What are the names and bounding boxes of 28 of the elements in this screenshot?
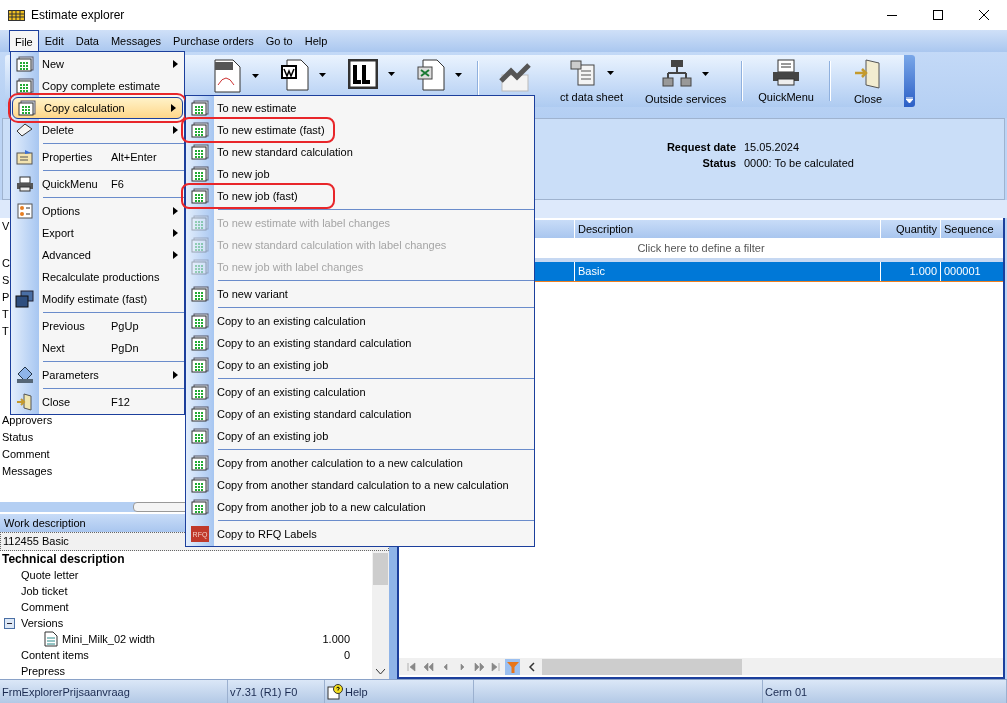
property-label: Messages bbox=[2, 464, 53, 479]
table-cell: Basic bbox=[574, 262, 880, 281]
shortcut-label: PgUp bbox=[111, 320, 139, 332]
tree-item-value: 1.000 bbox=[322, 633, 350, 645]
status-text: FrmExplorerPrijsaanvraag bbox=[2, 685, 130, 698]
property-label: T bbox=[2, 324, 9, 339]
property-label: T bbox=[2, 307, 9, 322]
property-label: P bbox=[2, 290, 10, 305]
shortcut-label: F12 bbox=[111, 396, 130, 408]
property-label: C bbox=[2, 256, 10, 271]
field-label: Request date bbox=[665, 141, 736, 153]
shortcut-label: F6 bbox=[111, 178, 124, 190]
field-value: 15.05.2024 bbox=[744, 141, 801, 153]
shortcut-label: Alt+Enter bbox=[111, 151, 157, 163]
status-text: v7.31 (R1) F0 bbox=[230, 685, 298, 698]
field-label: Status bbox=[701, 157, 736, 169]
window-title: Estimate explorer bbox=[31, 8, 125, 22]
column-header: V bbox=[2, 219, 10, 234]
table-cell: 1.000 bbox=[880, 262, 940, 281]
property-label: Approvers bbox=[2, 413, 53, 428]
field-value: 0000: To be calculated bbox=[744, 157, 855, 169]
property-label: Status bbox=[2, 430, 34, 445]
tree-item-value: 0 bbox=[343, 649, 350, 661]
property-label: Comment bbox=[2, 447, 50, 462]
status-text: Cerm 01 bbox=[765, 685, 808, 698]
property-label: S bbox=[2, 273, 10, 288]
shortcut-label: PgDn bbox=[111, 342, 139, 354]
table-cell: 000001 bbox=[940, 262, 1003, 281]
